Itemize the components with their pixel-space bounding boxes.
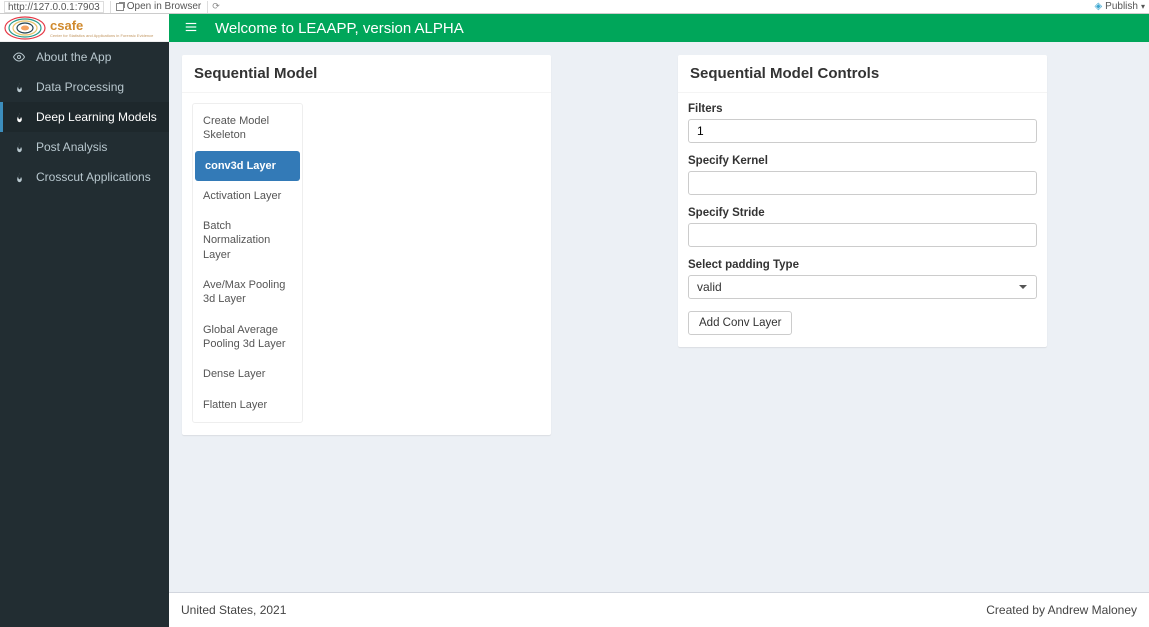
- logo: csafe Center for Statistics and Applicat…: [0, 14, 169, 42]
- svg-text:csafe: csafe: [50, 18, 83, 33]
- sidebar-item-about[interactable]: About the App: [0, 42, 169, 72]
- sequential-model-panel: Sequential Model Create Model Skeleton c…: [182, 55, 551, 435]
- flame-icon: [12, 82, 26, 93]
- sidebar-item-label: Post Analysis: [36, 140, 107, 154]
- sidebar-item-label: Crosscut Applications: [36, 170, 151, 184]
- tab-activation[interactable]: Activation Layer: [193, 181, 302, 211]
- footer-left: United States, 2021: [181, 603, 286, 617]
- sidebar-nav: About the App Data Processing Deep Learn…: [0, 42, 169, 192]
- tab-conv3d[interactable]: conv3d Layer: [195, 151, 300, 181]
- chevron-down-icon: [1019, 285, 1027, 289]
- flame-icon: [12, 172, 26, 183]
- kernel-input[interactable]: [688, 171, 1037, 195]
- panel-title: Sequential Model: [194, 65, 539, 82]
- tab-dense[interactable]: Dense Layer: [193, 359, 302, 389]
- refresh-button[interactable]: ⟳: [207, 1, 224, 13]
- layer-tabs: Create Model Skeleton conv3d Layer Activ…: [192, 103, 303, 423]
- sidebar-item-deep-learning[interactable]: Deep Learning Models: [0, 102, 169, 132]
- kernel-label: Specify Kernel: [688, 155, 1037, 167]
- sidebar-item-data-processing[interactable]: Data Processing: [0, 72, 169, 102]
- page-title: Welcome to LEAAPP, version ALPHA: [215, 20, 464, 37]
- tab-pooling[interactable]: Ave/Max Pooling 3d Layer: [193, 270, 302, 315]
- stride-label: Specify Stride: [688, 207, 1037, 219]
- filters-label: Filters: [688, 103, 1037, 115]
- hamburger-icon[interactable]: [184, 20, 198, 37]
- publish-icon: ◈: [1094, 1, 1102, 12]
- add-conv-layer-button[interactable]: Add Conv Layer: [688, 311, 792, 335]
- stride-input[interactable]: [688, 223, 1037, 247]
- padding-label: Select padding Type: [688, 259, 1037, 271]
- flame-icon: [12, 112, 26, 123]
- flame-icon: [12, 142, 26, 153]
- tab-create-skeleton[interactable]: Create Model Skeleton: [193, 106, 302, 151]
- publish-button[interactable]: ◈ Publish ▾: [1094, 1, 1145, 12]
- controls-panel: Sequential Model Controls Filters Specif…: [678, 55, 1047, 347]
- browser-bar: http://127.0.0.1:7903 Open in Browser ⟳ …: [0, 0, 1149, 14]
- publish-caret-icon: ▾: [1141, 2, 1145, 11]
- tab-global-pooling[interactable]: Global Average Pooling 3d Layer: [193, 315, 302, 360]
- csafe-logo-icon: csafe Center for Statistics and Applicat…: [3, 15, 163, 41]
- popup-icon: [116, 3, 124, 11]
- tab-batch-norm[interactable]: Batch Normalization Layer: [193, 211, 302, 270]
- sidebar-item-label: About the App: [36, 50, 111, 64]
- sidebar-item-label: Deep Learning Models: [36, 110, 157, 124]
- tab-flatten[interactable]: Flatten Layer: [193, 390, 302, 420]
- open-in-browser-button[interactable]: Open in Browser: [110, 1, 201, 13]
- url-display: http://127.0.0.1:7903: [4, 1, 104, 13]
- filters-input[interactable]: [688, 119, 1037, 143]
- sidebar: csafe Center for Statistics and Applicat…: [0, 14, 169, 627]
- panel-title: Sequential Model Controls: [690, 65, 1035, 82]
- sidebar-item-post-analysis[interactable]: Post Analysis: [0, 132, 169, 162]
- sidebar-item-label: Data Processing: [36, 80, 124, 94]
- padding-select[interactable]: valid: [688, 275, 1037, 299]
- topbar: Welcome to LEAAPP, version ALPHA: [169, 14, 1149, 42]
- footer-right: Created by Andrew Maloney: [986, 603, 1137, 617]
- refresh-icon: ⟳: [212, 1, 220, 12]
- sidebar-item-crosscut[interactable]: Crosscut Applications: [0, 162, 169, 192]
- svg-text:Center for Statistics and Appl: Center for Statistics and Applications i…: [50, 33, 154, 38]
- footer: United States, 2021 Created by Andrew Ma…: [169, 592, 1149, 627]
- eye-icon: [12, 51, 26, 63]
